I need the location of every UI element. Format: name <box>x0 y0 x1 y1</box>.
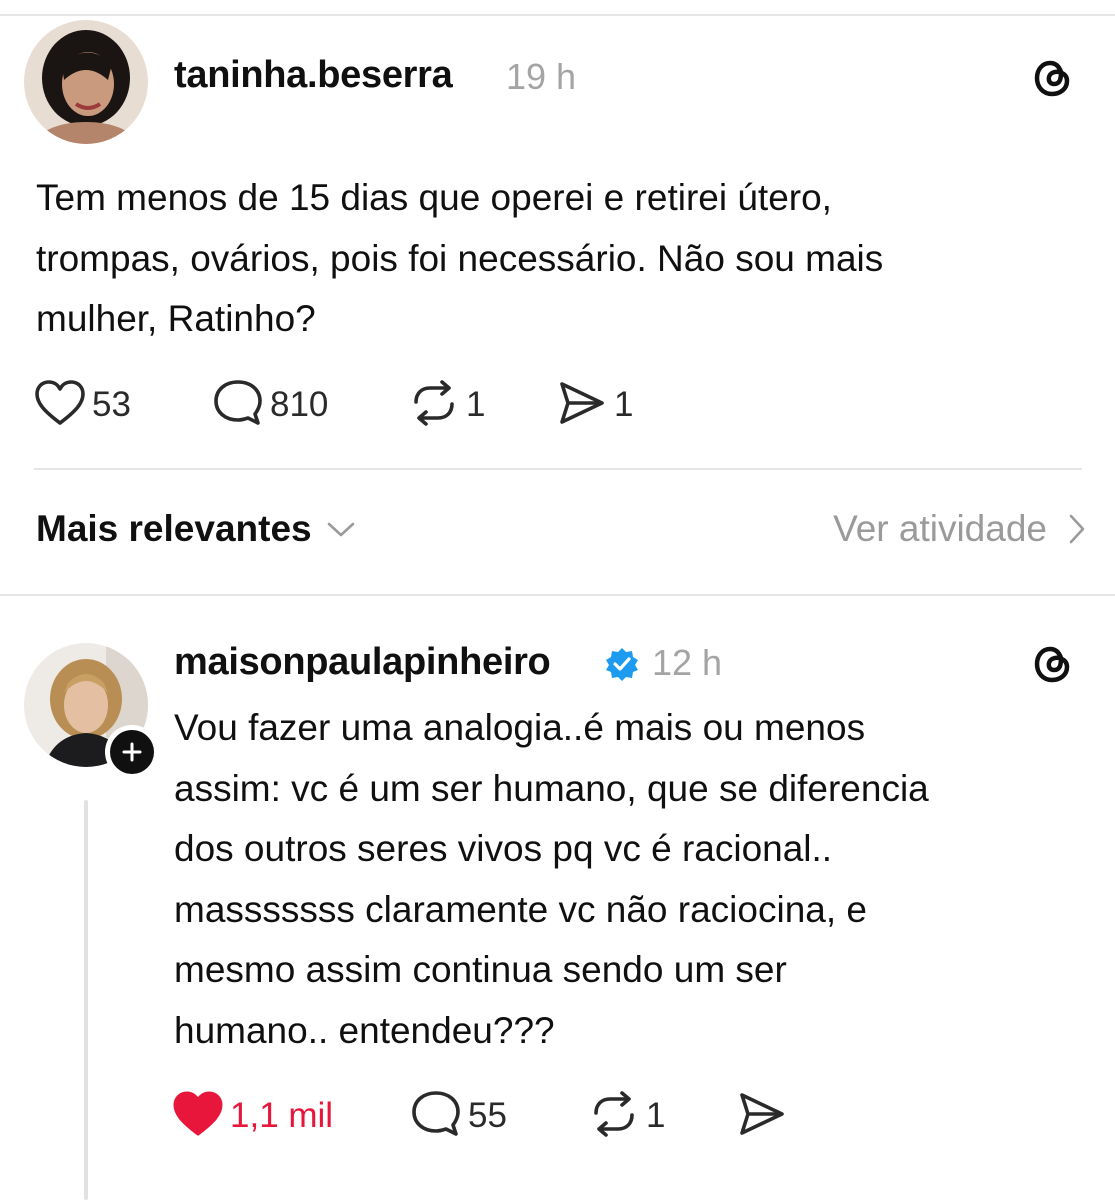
repost-count: 1 <box>466 385 486 424</box>
reply-text: Vou fazer uma analogia..é mais ou menos … <box>174 707 929 1051</box>
repost-icon <box>408 378 460 433</box>
view-activity-link[interactable]: Ver atividade <box>833 508 1087 550</box>
reply-like-count: 1,1 mil <box>230 1096 334 1135</box>
view-activity-label: Ver atividade <box>833 508 1047 549</box>
share-count: 1 <box>614 385 634 424</box>
reply-like-button[interactable]: 1,1 mil <box>172 1086 333 1146</box>
sort-dropdown[interactable]: Mais relevantes <box>36 508 356 550</box>
like-count: 53 <box>92 385 131 424</box>
verified-badge-icon <box>604 646 640 687</box>
reply-repost-count: 1 <box>646 1096 666 1135</box>
share-button[interactable]: 1 <box>556 375 633 435</box>
heart-icon <box>172 1090 224 1143</box>
comment-button[interactable]: 810 <box>212 375 328 435</box>
heart-icon <box>34 379 86 432</box>
comment-count: 810 <box>270 385 329 424</box>
reply-repost-button[interactable]: 1 <box>588 1086 665 1146</box>
comment-icon <box>410 1089 462 1144</box>
post-time: 19 h <box>506 56 577 97</box>
chevron-right-icon <box>1067 513 1087 545</box>
threads-logo-icon[interactable] <box>1030 55 1076 106</box>
thread-line <box>84 800 88 1200</box>
follow-plus-icon <box>110 730 154 774</box>
repost-icon <box>588 1089 640 1144</box>
reply-comment-count: 55 <box>468 1096 507 1135</box>
comment-icon <box>212 378 264 433</box>
reply-share-button[interactable] <box>736 1086 788 1146</box>
sort-label: Mais relevantes <box>36 508 312 549</box>
share-icon <box>736 1089 788 1144</box>
follow-button[interactable] <box>105 725 159 779</box>
post-text: Tem menos de 15 dias que operei e retire… <box>36 177 884 339</box>
chevron-down-icon <box>326 519 356 539</box>
post-divider <box>34 468 1082 470</box>
top-divider <box>0 14 1115 16</box>
reply-comment-button[interactable]: 55 <box>410 1086 507 1146</box>
avatar[interactable] <box>24 20 148 144</box>
repost-button[interactable]: 1 <box>408 375 485 435</box>
sort-divider <box>0 594 1115 596</box>
share-icon <box>556 378 608 433</box>
reply-time: 12 h <box>652 642 723 683</box>
threads-logo-icon[interactable] <box>1030 641 1076 692</box>
reply-username[interactable]: maisonpaulapinheiro <box>174 641 551 684</box>
post-username[interactable]: taninha.beserra <box>174 54 453 97</box>
like-button[interactable]: 53 <box>34 375 131 435</box>
